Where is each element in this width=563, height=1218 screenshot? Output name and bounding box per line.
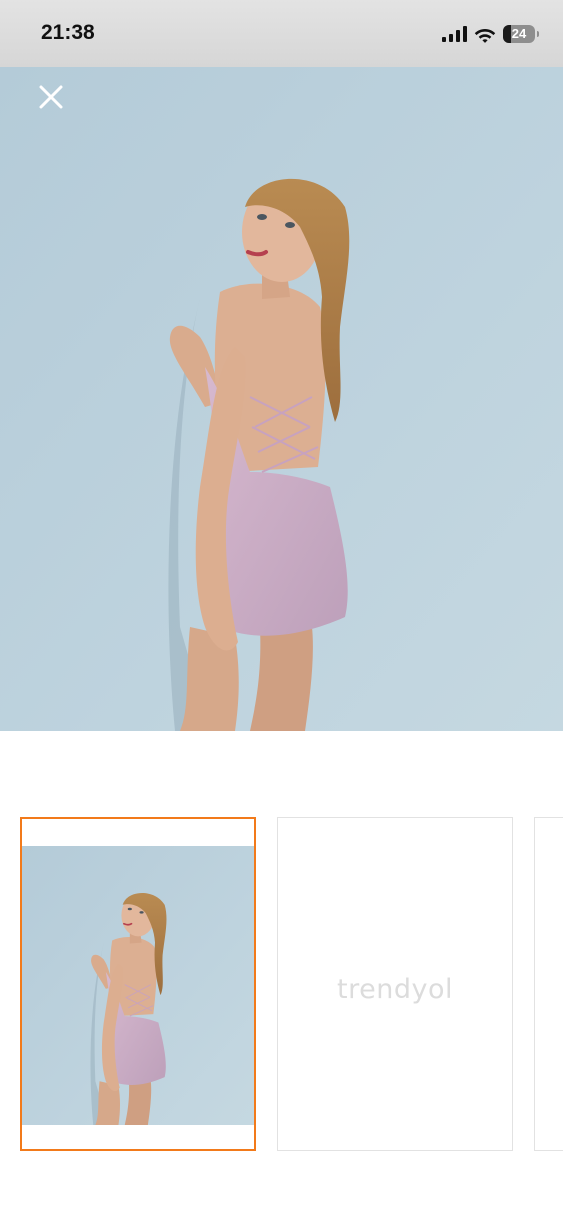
close-icon bbox=[39, 85, 63, 109]
thumbnail-photo bbox=[22, 846, 254, 1125]
status-time: 21:38 bbox=[41, 21, 95, 44]
thumbnail-2[interactable]: trendyol bbox=[277, 817, 513, 1151]
brand-placeholder-logo: trendyol bbox=[337, 974, 453, 1005]
thumbnail-3[interactable] bbox=[534, 817, 563, 1151]
wifi-icon bbox=[474, 28, 496, 43]
battery-icon: 24 bbox=[503, 25, 535, 43]
thumbnail-1[interactable] bbox=[20, 817, 256, 1151]
battery-tip bbox=[537, 31, 539, 37]
battery-level-fill bbox=[503, 25, 511, 43]
cellular-signal-icon bbox=[442, 26, 467, 42]
close-button[interactable] bbox=[34, 80, 68, 114]
battery-level: 24 bbox=[511, 26, 527, 41]
product-photo bbox=[0, 67, 563, 731]
status-icons: 24 bbox=[442, 24, 539, 44]
main-product-image[interactable] bbox=[0, 67, 563, 731]
thumbnail-image bbox=[22, 846, 254, 1125]
thumbnail-strip[interactable]: trendyol bbox=[0, 817, 563, 1152]
status-bar: 21:38 24 bbox=[0, 0, 563, 67]
